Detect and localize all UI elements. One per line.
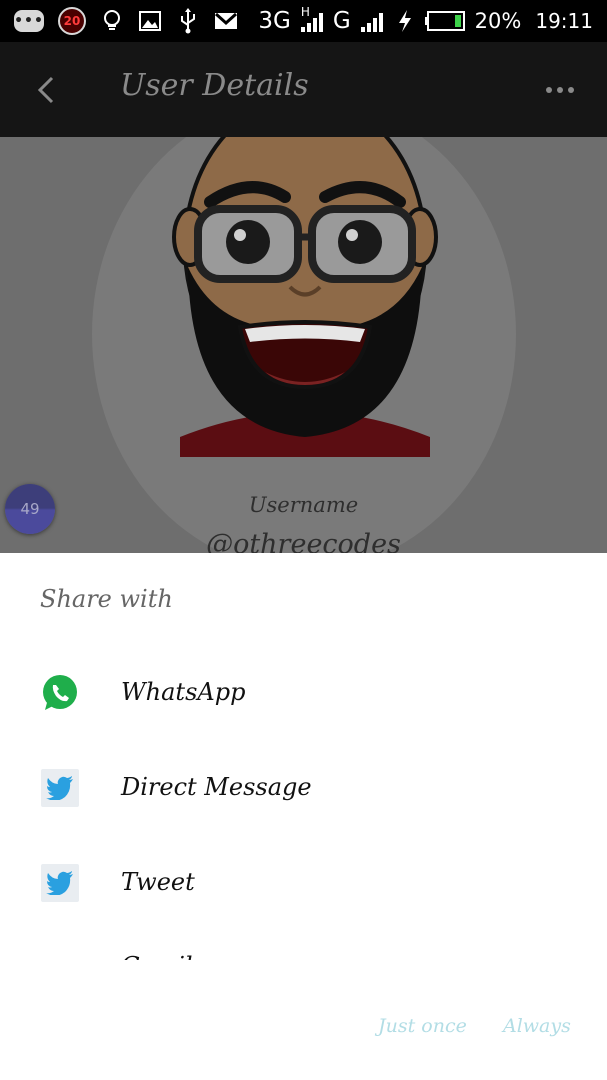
charging-icon [393,9,417,33]
fab-badge[interactable]: 49 [5,484,55,534]
share-item-label: Tweet [121,868,195,896]
status-bar: ••• 20 3G H G 20% 19:11 [0,0,607,42]
username-label: Username [248,493,359,517]
lightbulb-icon [100,9,124,33]
share-item-tweet[interactable]: Tweet [0,840,607,930]
share-item-gmail[interactable]: Gmail [0,942,607,960]
username-value: @othreecodes [206,529,401,553]
twitter-icon [41,864,79,902]
avatar-illustration [172,137,438,457]
more-horizontal-icon[interactable] [543,78,577,102]
page-title: User Details [120,68,309,103]
battery-percent: 20% [474,9,522,33]
share-sheet: Share with WhatsApp Direct Message Tweet… [0,553,607,1080]
chat-icon: ••• [14,10,44,32]
network-type-3g: 3G [258,8,291,34]
share-sheet-actions: Just once Always [0,971,607,1080]
share-item-whatsapp[interactable]: WhatsApp [0,650,607,740]
gmail-icon [214,9,238,33]
battery-icon [424,9,467,33]
notification-badge: 20 [58,7,86,35]
share-item-label: Gmail [121,952,193,960]
whatsapp-icon [41,674,79,712]
network-type-h: H [300,5,310,19]
network-type-g: G [332,8,351,34]
twitter-icon [41,769,79,807]
image-icon [138,9,162,33]
clock: 19:11 [535,9,593,33]
share-sheet-title: Share with [40,585,173,613]
just-once-button[interactable]: Just once [378,1015,467,1037]
signal-icon [359,9,385,33]
share-item-direct-message[interactable]: Direct Message [0,745,607,835]
share-item-label: Direct Message [121,773,312,801]
usb-icon [176,8,200,34]
always-button[interactable]: Always [503,1015,571,1037]
share-item-label: WhatsApp [121,678,246,706]
profile-content: Username @othreecodes 49 [0,137,607,553]
signal-icon: H [299,5,325,33]
app-bar: User Details [0,42,607,137]
chevron-left-icon[interactable] [28,70,68,110]
